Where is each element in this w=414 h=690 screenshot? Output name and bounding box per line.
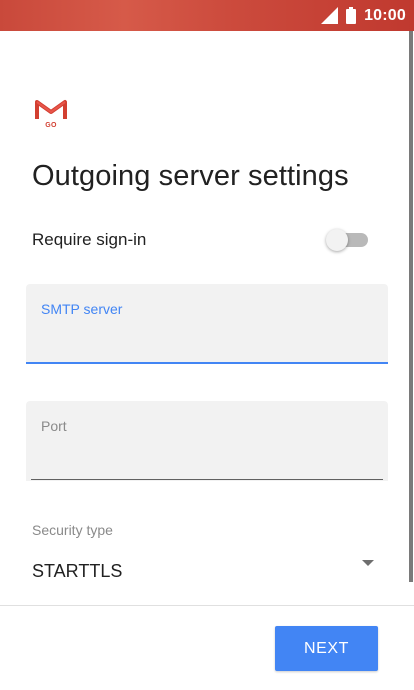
require-signin-row: Require sign-in <box>32 225 370 255</box>
signal-icon <box>321 7 339 24</box>
port-underline <box>31 479 383 480</box>
smtp-server-input[interactable] <box>41 324 371 350</box>
security-type-value: STARTTLS <box>32 561 123 581</box>
smtp-server-field[interactable]: SMTP server <box>26 284 388 364</box>
status-icons: 10:00 <box>321 0 406 31</box>
status-bar: 10:00 <box>0 0 414 31</box>
require-signin-toggle[interactable] <box>326 228 370 252</box>
port-label: Port <box>41 418 67 434</box>
dropdown-arrow-icon <box>362 560 374 566</box>
gmail-go-icon: GO <box>34 99 68 133</box>
battery-icon <box>346 7 357 24</box>
smtp-server-label: SMTP server <box>41 301 123 317</box>
smtp-server-underline <box>26 362 388 364</box>
port-field[interactable]: Port <box>26 401 388 481</box>
security-type-label: Security type <box>32 522 113 538</box>
logo-subtext: GO <box>45 122 57 129</box>
footer-divider <box>0 605 414 606</box>
toggle-thumb <box>326 229 348 251</box>
status-time: 10:00 <box>364 6 406 24</box>
security-type-dropdown[interactable]: Security type STARTTLS <box>32 520 382 590</box>
port-input[interactable] <box>41 441 371 467</box>
page-title: Outgoing server settings <box>32 160 349 192</box>
scrollbar[interactable] <box>409 31 413 582</box>
require-signin-label: Require sign-in <box>32 230 147 249</box>
next-button[interactable]: NEXT <box>275 626 378 671</box>
